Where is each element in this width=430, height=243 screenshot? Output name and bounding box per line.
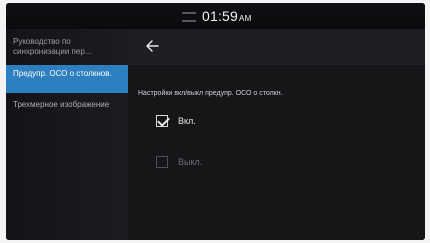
option-off[interactable]: Выкл. bbox=[156, 153, 356, 171]
panel-header bbox=[128, 29, 425, 65]
clock-time: 01:59 bbox=[202, 8, 239, 24]
option-on[interactable]: Вкл. bbox=[156, 112, 356, 130]
sidebar-item-label: Руководство по синхронизации пер... bbox=[13, 37, 92, 56]
section-heading: Настройки вкл/выкл предупр. ОСО о столкн… bbox=[138, 90, 283, 97]
sidebar-item-collision-warning[interactable]: Предупр. ОСО о столкнов. bbox=[6, 65, 128, 93]
settings-sidebar: Руководство по синхронизации пер... Пред… bbox=[6, 29, 128, 240]
clock: 01:59AM bbox=[202, 8, 251, 24]
settings-panel: Настройки вкл/выкл предупр. ОСО о столкн… bbox=[128, 29, 425, 240]
status-icon bbox=[182, 12, 196, 22]
option-off-label: Выкл. bbox=[178, 157, 203, 167]
sidebar-item-label: Предупр. ОСО о столкнов. bbox=[13, 69, 112, 78]
sidebar-item-3d-view[interactable]: Трехмерное изображение bbox=[6, 96, 128, 124]
status-bar: 01:59AM bbox=[6, 3, 425, 29]
option-on-label: Вкл. bbox=[178, 116, 196, 126]
back-arrow-svg bbox=[146, 40, 159, 52]
sidebar-item-label: Трехмерное изображение bbox=[13, 100, 110, 109]
checkbox-off[interactable] bbox=[156, 156, 168, 168]
clock-ampm: AM bbox=[239, 14, 252, 23]
checkbox-on[interactable] bbox=[156, 114, 170, 127]
back-arrow-icon[interactable] bbox=[144, 37, 162, 55]
display-screen: 01:59AM Руководство по синхронизации пер… bbox=[6, 3, 425, 240]
checkmark-icon bbox=[157, 114, 170, 127]
sidebar-item-sync-guide[interactable]: Руководство по синхронизации пер... bbox=[6, 33, 128, 61]
